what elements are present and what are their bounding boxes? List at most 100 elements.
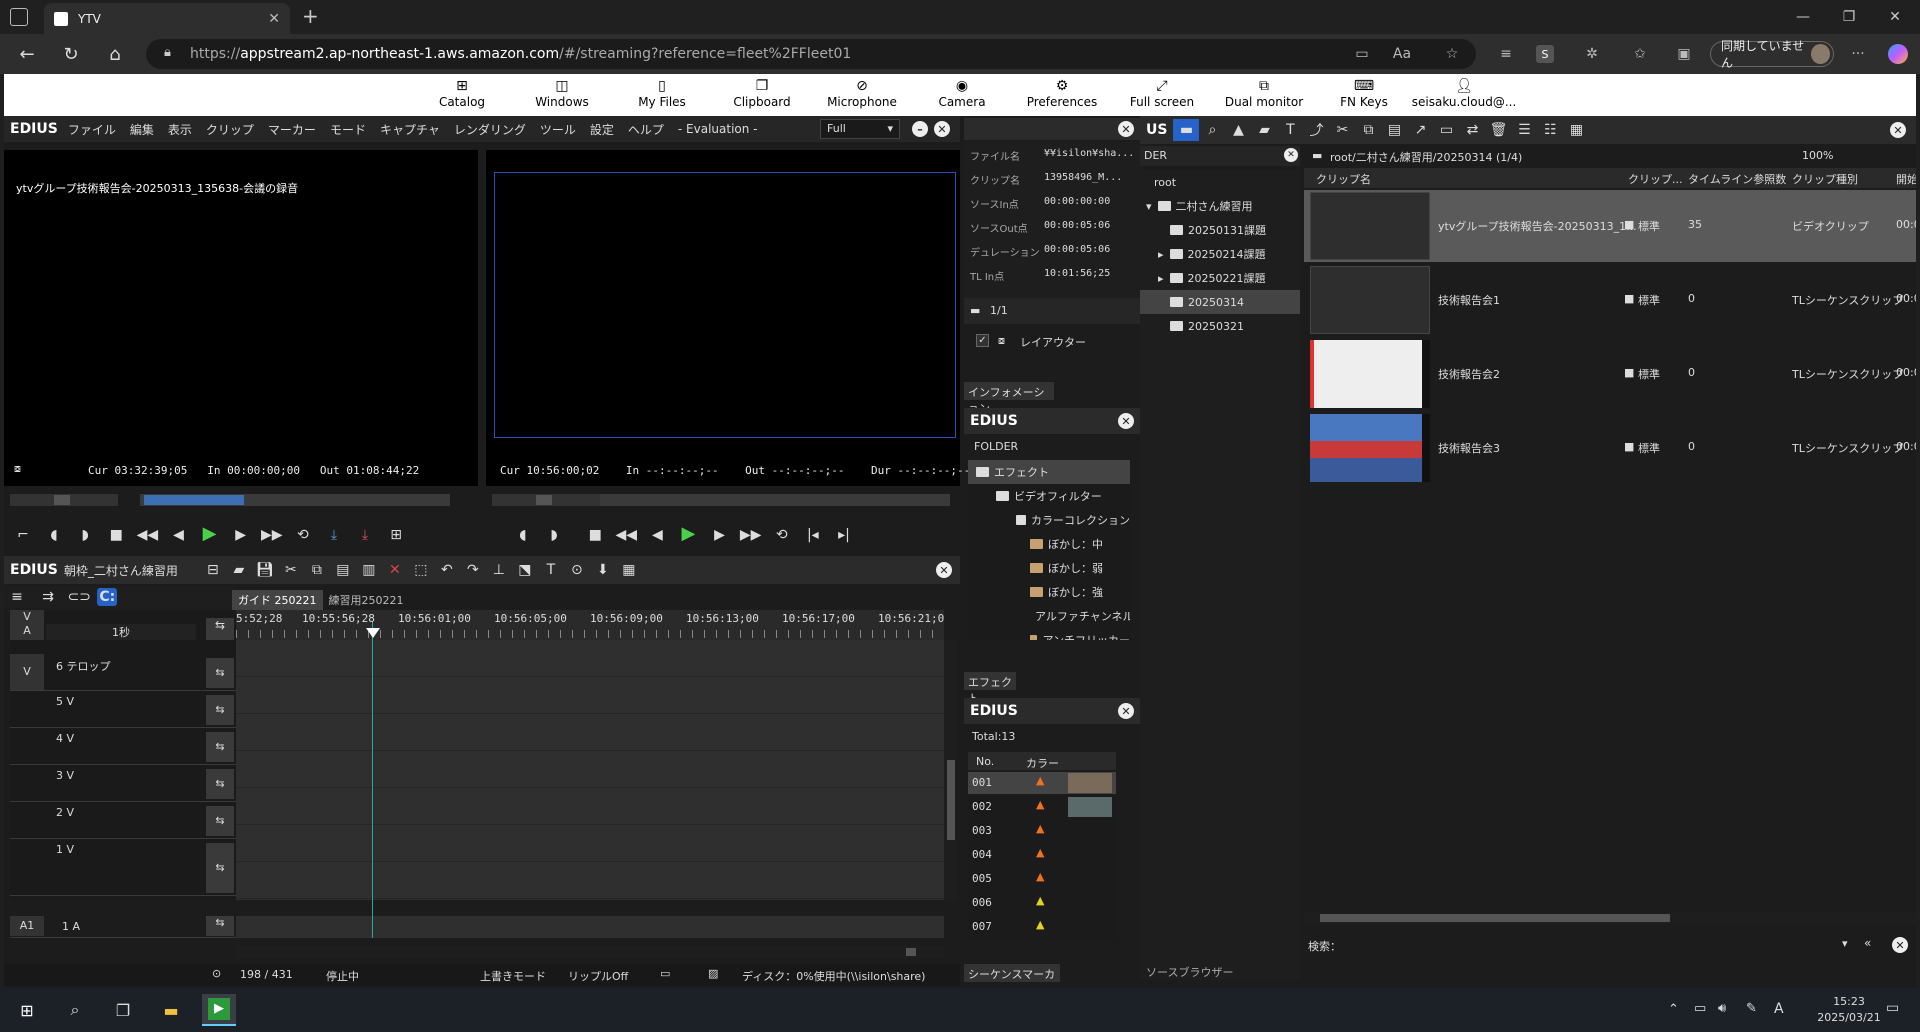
- collections-icon[interactable]: ▣: [1672, 43, 1696, 65]
- ime-indicator[interactable]: A: [1774, 1001, 1784, 1017]
- delete-icon[interactable]: ✕: [382, 559, 408, 581]
- bin-view-icon[interactable]: ☷: [1537, 119, 1563, 141]
- track-tool-2-icon[interactable]: ⇉: [35, 586, 61, 608]
- col-clip-color[interactable]: クリップ...: [1628, 171, 1683, 187]
- timeline-vscroll[interactable]: [944, 640, 958, 900]
- open-icon[interactable]: ▰: [226, 559, 252, 581]
- folder-item-selected[interactable]: 20250314: [1140, 290, 1300, 314]
- bin-close-icon[interactable]: ✕: [1890, 122, 1906, 138]
- col-type[interactable]: クリップ種別: [1792, 171, 1858, 187]
- effect-item[interactable]: ぼかし：弱: [968, 556, 1130, 580]
- close-panel-icon[interactable]: ✕: [934, 121, 950, 137]
- transition-icon[interactable]: ⬔: [512, 559, 538, 581]
- restore-icon[interactable]: ❐: [1826, 0, 1872, 34]
- file-explorer-icon[interactable]: ▬: [154, 994, 188, 1026]
- clip-row[interactable]: 技術報告会2 ■標準 0 TLシーケンスクリップ 00:00: [1304, 338, 1916, 410]
- player-shuttle[interactable]: [10, 494, 118, 506]
- sync-icon[interactable]: C:: [97, 588, 118, 606]
- bin-export-icon[interactable]: ↗: [1407, 119, 1433, 141]
- col-clip-name[interactable]: クリップ名: [1316, 171, 1371, 187]
- sequence-icon[interactable]: ⊟: [200, 559, 226, 581]
- stop-icon[interactable]: ■: [103, 524, 129, 546]
- status-mode[interactable]: 上書きモード: [480, 968, 546, 984]
- clip-row[interactable]: ytvグループ技術報告会-20250313_1... ■ 標準 35 ビデオクリッ…: [1304, 190, 1916, 262]
- track-1v[interactable]: 1 V ⇆: [10, 839, 236, 896]
- track-sync-icon[interactable]: ⇆: [206, 695, 234, 725]
- search-input[interactable]: [1354, 936, 1834, 954]
- back-icon[interactable]: ←: [12, 40, 42, 68]
- player-menu-icon[interactable]: ⊞: [383, 524, 409, 546]
- track-3v[interactable]: 3 V ⇆: [10, 765, 236, 802]
- export-icon[interactable]: ⬇: [590, 559, 616, 581]
- tray-chevron-icon[interactable]: ⌃: [1668, 1002, 1679, 1017]
- toolbar-fn-keys[interactable]: ⌨ FN Keys: [1316, 77, 1412, 115]
- folder-item[interactable]: ▸ 20250214課題: [1140, 242, 1300, 266]
- rec-step-forward-icon[interactable]: ▶: [707, 524, 733, 546]
- bin-copy-icon[interactable]: ⧉: [1355, 119, 1381, 141]
- track-sync-icon[interactable]: ⇆: [206, 769, 234, 799]
- marker-row[interactable]: 006 ▲: [968, 892, 1116, 914]
- browser-tab-active[interactable]: YTV ✕: [44, 3, 290, 34]
- timeline-ruler[interactable]: 5:52;28 10:55:56;28 10:56:01;00 10:56:05…: [236, 610, 944, 640]
- bin-sort-icon[interactable]: ⇄: [1459, 119, 1485, 141]
- bin-delete-icon[interactable]: 🗑︎: [1485, 119, 1511, 141]
- effect-item[interactable]: ビデオフィルター: [968, 484, 1130, 508]
- menu-mode[interactable]: モード: [330, 121, 366, 138]
- bin-folder-icon[interactable]: ▬: [1173, 119, 1200, 141]
- clip-row[interactable]: 技術報告会3 ■標準 0 TLシーケンスクリップ 00:00: [1304, 412, 1916, 484]
- marker-row[interactable]: 001 ▲: [968, 772, 1116, 794]
- network-icon[interactable]: ▭: [1694, 1001, 1706, 1016]
- undo-icon[interactable]: ↶: [434, 559, 460, 581]
- rec-step-back-icon[interactable]: ◀: [644, 524, 670, 546]
- add-cut-icon[interactable]: ⊥: [486, 559, 512, 581]
- toolbar-preferences[interactable]: ⚙ Preferences: [1012, 77, 1112, 115]
- bin-transfer-icon[interactable]: ⤴: [1303, 119, 1329, 141]
- marker-row[interactable]: 007 ▲: [968, 916, 1116, 938]
- folder-item[interactable]: 20250321: [1140, 314, 1300, 338]
- marker-row[interactable]: 005 ▲: [968, 868, 1116, 890]
- play-icon[interactable]: ▶: [197, 522, 223, 544]
- volume-icon[interactable]: 🔊︎: [1718, 1001, 1726, 1016]
- bin-cut-icon[interactable]: ✂: [1329, 119, 1355, 141]
- home-icon[interactable]: ⌂: [100, 40, 130, 68]
- paste-insert-icon[interactable]: ▥: [356, 559, 382, 581]
- zoom-select[interactable]: 1秒: [46, 624, 196, 640]
- insert-icon[interactable]: ⤓: [321, 524, 347, 546]
- track-4v[interactable]: 4 V ⇆: [10, 728, 236, 765]
- tab-guide-250221[interactable]: ガイド 250221: [232, 590, 323, 610]
- tab-effect[interactable]: エフェクト: [964, 672, 1016, 705]
- copilot-icon[interactable]: [1888, 44, 1908, 64]
- new-tab-icon[interactable]: +: [302, 4, 319, 28]
- rec-play-icon[interactable]: ▶: [675, 522, 701, 544]
- app-available-icon[interactable]: ▭: [1350, 43, 1374, 65]
- copy-icon[interactable]: ⧉: [304, 559, 330, 581]
- extensions-icon[interactable]: ✲: [1580, 43, 1604, 65]
- prev-edit-icon[interactable]: |◂: [800, 524, 826, 546]
- tab-source-browser[interactable]: ソースブラウザー: [1146, 964, 1242, 982]
- folder-item[interactable]: ▸ 20250221課題: [1140, 266, 1300, 290]
- clip-row[interactable]: 技術報告会1 ■標準 0 TLシーケンスクリップ 00:00: [1304, 264, 1916, 336]
- recorder-slider[interactable]: [600, 494, 950, 506]
- mark-out-icon[interactable]: ◗: [72, 524, 98, 546]
- rec-rewind-icon[interactable]: ◀◀: [613, 524, 639, 546]
- more-menu-icon[interactable]: ···: [1846, 43, 1870, 65]
- bin-list-icon[interactable]: ☰: [1511, 119, 1537, 141]
- rec-mark-in-icon[interactable]: ◖: [510, 524, 536, 546]
- menu-settings[interactable]: 設定: [590, 121, 614, 138]
- menu-clip[interactable]: クリップ: [206, 121, 254, 138]
- tab-actions-icon[interactable]: [10, 8, 28, 26]
- folder-close-icon[interactable]: ✕: [1284, 148, 1298, 162]
- display-mode-select[interactable]: Full ▾: [820, 119, 900, 139]
- bin-up-icon[interactable]: ▲: [1225, 119, 1251, 141]
- tab-sequence-marker[interactable]: シーケンスマーカー: [964, 964, 1060, 997]
- toolbar-catalog[interactable]: ⊞ Catalog: [412, 77, 512, 115]
- close-window-icon[interactable]: ✕: [1872, 0, 1918, 34]
- save-icon[interactable]: 💾︎: [252, 559, 278, 581]
- player-view-icon[interactable]: ⧇: [14, 462, 21, 476]
- toolbar-dual-monitor[interactable]: ⧉ Dual monitor: [1212, 77, 1316, 115]
- mark-in-icon[interactable]: ◖: [41, 524, 67, 546]
- layouter-row[interactable]: ✓ ⧇ レイアウター: [970, 330, 1140, 352]
- player-monitor[interactable]: ytvグループ技術報告会-20250313_135638-会議の録音 ⧇ Cur…: [4, 150, 478, 486]
- timeline-hscroll[interactable]: [236, 946, 944, 958]
- favorites-icon[interactable]: ✩: [1628, 43, 1652, 65]
